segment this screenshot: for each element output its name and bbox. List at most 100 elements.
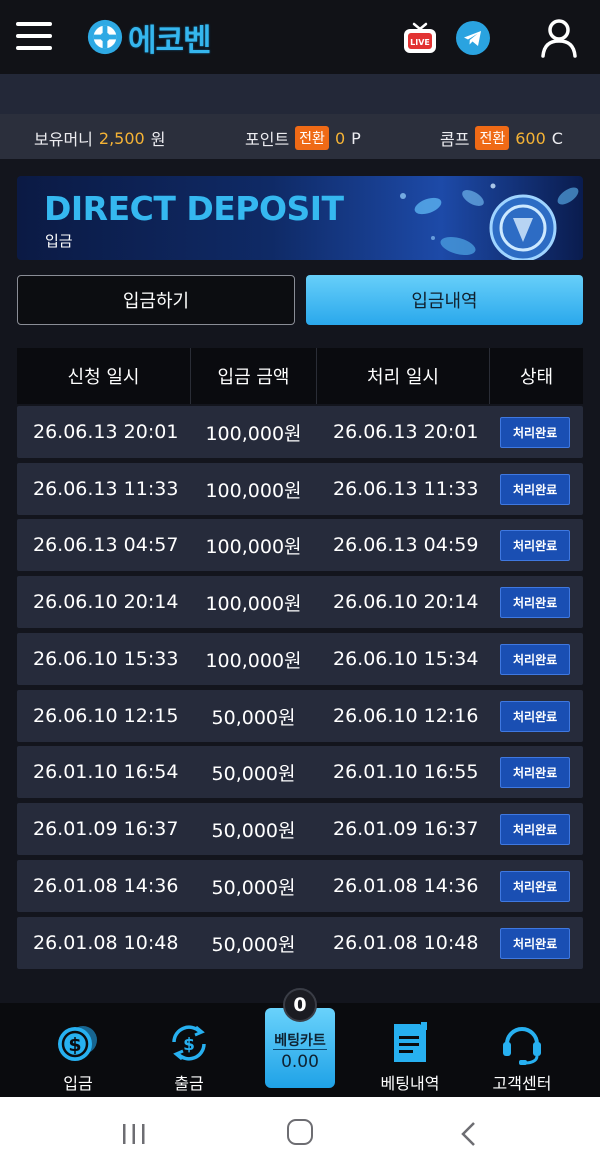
amount: 100,000원	[205, 592, 302, 615]
wallet-bar: 보유머니 2,500 원 포인트 전환 0 P 콤프 전환 600 C	[0, 114, 600, 159]
comp-label: 콤프	[440, 130, 470, 149]
header-amount: 입금 금액	[217, 367, 290, 388]
processed-time: 26.01.08 14:36	[333, 875, 479, 897]
processed-time: 26.06.13 04:59	[333, 534, 479, 556]
amount: 50,000원	[211, 706, 296, 729]
request-time: 26.06.13 11:33	[33, 478, 179, 500]
processed-time: 26.06.10 12:16	[333, 705, 479, 727]
request-time: 26.01.08 14:36	[33, 875, 179, 897]
point-value: 0	[334, 128, 346, 148]
processed-time: 26.06.10 20:14	[333, 591, 479, 613]
bet-cart-label: 베팅카트	[274, 1033, 326, 1049]
request-time: 26.06.10 20:14	[33, 591, 179, 613]
processed-time: 26.06.10 15:34	[333, 648, 479, 670]
nav-support-label: 고객센터	[492, 1074, 552, 1093]
dollar-coin-icon: $	[58, 1026, 97, 1061]
logo-mark-icon	[87, 19, 123, 55]
telegram-icon[interactable]	[456, 21, 490, 55]
comp-unit: C	[551, 128, 563, 148]
sub-band	[0, 74, 600, 114]
header-request-time: 신청 일시	[67, 367, 140, 388]
point-label: 포인트	[245, 130, 290, 149]
table-header: 신청 일시 입금 금액 처리 일시 상태	[17, 348, 583, 404]
request-time: 26.01.08 10:48	[33, 932, 179, 954]
bet-cart-divider	[273, 1049, 327, 1050]
wallet-comp: 콤프 전환 600 C	[440, 126, 563, 150]
table-row: 26.01.08 10:48 50,000원 26.01.08 10:48 처리…	[17, 917, 583, 969]
svg-text:$: $	[183, 1035, 195, 1055]
banner-subtitle: 입금	[45, 232, 73, 250]
live-badge: LIVE	[410, 38, 430, 47]
request-time: 26.01.10 16:54	[33, 761, 179, 783]
logo[interactable]: 에코벤	[86, 16, 212, 59]
svg-text:$: $	[68, 1034, 81, 1056]
system-nav-bar	[0, 1097, 600, 1172]
status-badge: 처리완료	[500, 927, 571, 959]
status-badge: 처리완료	[500, 473, 571, 505]
amount: 100,000원	[205, 649, 302, 672]
table-row: 26.01.09 16:37 50,000원 26.01.09 16:37 처리…	[17, 803, 583, 855]
header-processed-time: 처리 일시	[367, 367, 439, 388]
nav-support[interactable]: 고객센터	[486, 1003, 558, 1097]
processed-time: 26.01.10 16:55	[333, 761, 479, 783]
request-time: 26.01.09 16:37	[33, 818, 179, 840]
banner-title: DIRECT DEPOSIT	[44, 189, 344, 228]
amount: 50,000원	[211, 762, 296, 785]
nav-withdraw-label: 출금	[174, 1074, 204, 1093]
home-icon[interactable]	[287, 1119, 313, 1145]
user-icon[interactable]	[540, 18, 578, 58]
status-badge: 처리완료	[500, 529, 571, 561]
recent-apps-icon[interactable]	[121, 1123, 147, 1145]
comp-value: 600	[515, 128, 546, 148]
menu-icon[interactable]	[16, 22, 52, 50]
table-row: 26.06.10 12:15 50,000원 26.06.10 12:16 처리…	[17, 690, 583, 742]
status-badge: 처리완료	[500, 586, 571, 618]
point-unit: P	[351, 128, 361, 148]
request-time: 26.06.10 12:15	[33, 705, 179, 727]
amount: 100,000원	[205, 535, 302, 558]
processed-time: 26.01.08 10:48	[333, 932, 479, 954]
status-badge: 처리완료	[500, 870, 571, 902]
logo-text: 에코벤	[128, 22, 212, 59]
top-bar: 에코벤 LIVE	[0, 0, 600, 74]
nav-deposit[interactable]: $ 입금	[55, 1003, 101, 1097]
nav-withdraw[interactable]: $ 출금	[166, 1003, 212, 1097]
comp-convert-button[interactable]: 전환	[475, 126, 510, 150]
request-time: 26.06.10 15:33	[33, 648, 179, 670]
deposit-tab-button[interactable]: 입금하기	[17, 275, 295, 325]
money-label: 보유머니	[34, 130, 93, 149]
amount: 100,000원	[205, 479, 302, 502]
live-tv-icon[interactable]: LIVE	[402, 20, 438, 56]
point-convert-button[interactable]: 전환	[295, 126, 329, 150]
table-row: 26.01.10 16:54 50,000원 26.01.10 16:55 처리…	[17, 746, 583, 798]
table-row: 26.06.13 20:01 100,000원 26.06.13 20:01 처…	[17, 406, 583, 458]
request-time: 26.06.13 04:57	[33, 534, 179, 556]
deposit-banner: DIRECT DEPOSIT 입금	[17, 176, 583, 260]
amount: 50,000원	[211, 933, 296, 956]
processed-time: 26.06.13 20:01	[333, 421, 479, 443]
status-badge: 처리완료	[500, 756, 571, 788]
bet-cart-count-badge: 0	[283, 988, 317, 1022]
table-row: 26.01.08 14:36 50,000원 26.01.08 14:36 처리…	[17, 860, 583, 912]
document-icon	[394, 1022, 427, 1062]
wallet-point: 포인트 전환 0 P	[245, 126, 361, 150]
table-row: 26.06.13 04:57 100,000원 26.06.13 04:59 처…	[17, 519, 583, 571]
wallet-money: 보유머니 2,500 원	[34, 126, 165, 150]
table-row: 26.06.10 20:14 100,000원 26.06.10 20:14 처…	[17, 576, 583, 628]
money-unit: 원	[150, 130, 166, 149]
amount: 100,000원	[205, 422, 302, 445]
dollar-exchange-icon: $	[172, 1025, 206, 1061]
nav-deposit-label: 입금	[63, 1074, 93, 1093]
status-badge: 처리완료	[500, 416, 571, 448]
status-badge: 처리완료	[500, 700, 571, 732]
processed-time: 26.06.13 11:33	[333, 478, 479, 500]
back-icon[interactable]	[458, 1121, 480, 1147]
nav-bet-history-label: 베팅내역	[380, 1074, 440, 1093]
header-status: 상태	[519, 367, 554, 388]
processed-time: 26.01.09 16:37	[333, 818, 479, 840]
nav-bet-history[interactable]: 베팅내역	[374, 1003, 446, 1097]
request-time: 26.06.13 20:01	[33, 421, 179, 443]
amount: 50,000원	[211, 819, 296, 842]
bet-cart-value: 0.00	[281, 1052, 319, 1072]
deposit-history-tab-button[interactable]: 입금내역	[306, 275, 583, 325]
